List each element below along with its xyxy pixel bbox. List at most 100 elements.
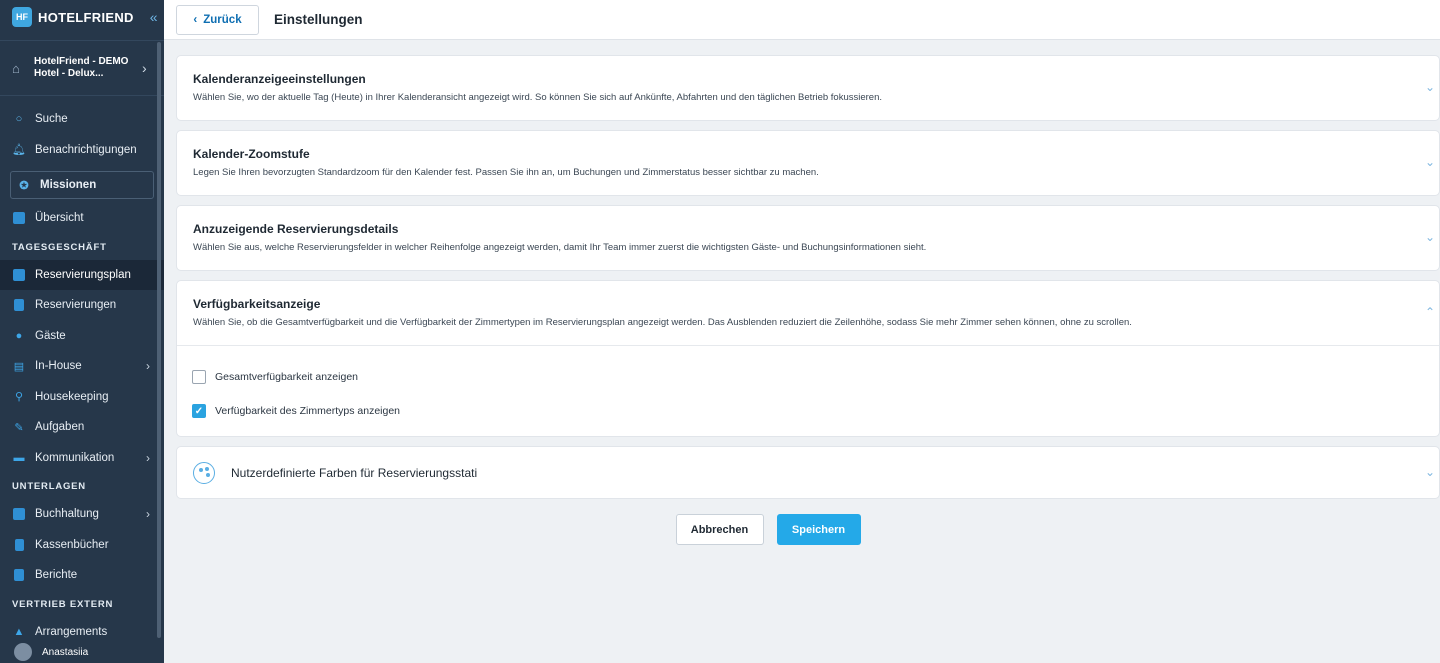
avatar bbox=[14, 643, 32, 661]
roomtype-availability-option[interactable]: ✓ Verfügbarkeit des Zimmertyps anzeigen bbox=[192, 394, 1424, 428]
form-actions: Abbrechen Speichern bbox=[176, 514, 1440, 545]
sidebar-item-label: Berichte bbox=[35, 569, 78, 582]
cancel-button[interactable]: Abbrechen bbox=[675, 514, 764, 545]
search-icon: ○ bbox=[15, 113, 23, 126]
section-heading-sales: VERTRIEB EXTERN bbox=[12, 598, 114, 610]
chevron-right-icon: › bbox=[146, 450, 150, 465]
sidebar-item-accounting[interactable]: Buchhaltung › bbox=[0, 499, 164, 530]
hotel-name: HotelFriend - DEMO Hotel - Delux... bbox=[34, 56, 134, 80]
hotel-switcher[interactable]: ⌂ HotelFriend - DEMO Hotel - Delux... › bbox=[0, 40, 164, 96]
sidebar-item-reservation-plan[interactable]: Reservierungsplan bbox=[0, 259, 164, 290]
sidebar-item-label: Übersicht bbox=[35, 212, 84, 225]
sidebar: HF HOTELFRIEND « ⌂ HotelFriend - DEMO Ho… bbox=[0, 0, 164, 663]
sidebar-item-reservations[interactable]: Reservierungen bbox=[0, 290, 164, 321]
card-title: Kalenderanzeigeeinstellungen bbox=[193, 72, 366, 86]
card-title: Verfügbarkeitsanzeige bbox=[193, 297, 321, 311]
topbar: ‹ Zurück Einstellungen bbox=[164, 0, 1440, 40]
card-description: Wählen Sie aus, welche Reservierungsfeld… bbox=[193, 242, 927, 253]
brand: HF HOTELFRIEND « bbox=[0, 0, 164, 34]
hotel-name-line2: Hotel - Delux... bbox=[34, 68, 104, 79]
dashboard-icon bbox=[12, 211, 26, 225]
sidebar-item-communication[interactable]: ▬ Kommunikation › bbox=[0, 443, 164, 474]
calendar-display-card[interactable]: Kalenderanzeigeeinstellungen Wählen Sie,… bbox=[176, 55, 1440, 121]
chevron-right-icon: › bbox=[146, 507, 150, 522]
sidebar-item-inhouse[interactable]: ▤ In-House › bbox=[0, 351, 164, 382]
sidebar-scrollbar[interactable] bbox=[157, 42, 161, 638]
cart-icon: ▤ bbox=[13, 360, 25, 373]
card-title: Nutzerdefinierte Farben für Reservierung… bbox=[231, 465, 478, 480]
sidebar-item-label: Suche bbox=[35, 113, 68, 126]
total-availability-checkbox[interactable] bbox=[192, 370, 206, 384]
bell-icon: 🔔︎ bbox=[12, 144, 26, 157]
wrench-icon: ✎ bbox=[14, 421, 24, 434]
card-description: Wählen Sie, wo der aktuelle Tag (Heute) … bbox=[193, 92, 882, 103]
sidebar-item-label: Kassenbücher bbox=[35, 538, 109, 551]
chat-icon: ▬ bbox=[13, 451, 25, 464]
calendar-zoom-card[interactable]: Kalender-Zoomstufe Legen Sie Ihren bevor… bbox=[176, 130, 1440, 196]
sidebar-item-overview[interactable]: Übersicht bbox=[0, 203, 164, 234]
custom-colors-card[interactable]: Nutzerdefinierte Farben für Reservierung… bbox=[176, 446, 1440, 499]
sidebar-item-label: Housekeeping bbox=[35, 390, 109, 403]
chevron-down-icon[interactable]: ⌄ bbox=[1425, 155, 1435, 169]
sidebar-item-label: Aufgaben bbox=[35, 421, 85, 434]
sidebar-item-label: In-House bbox=[35, 360, 82, 373]
roomtype-availability-checkbox[interactable]: ✓ bbox=[192, 404, 206, 418]
sidebar-item-label: Benachrichtigungen bbox=[35, 143, 137, 156]
sidebar-item-cashbooks[interactable]: Kassenbücher bbox=[0, 530, 164, 561]
sidebar-item-label: Gäste bbox=[35, 329, 66, 342]
award-icon: ✪ bbox=[19, 179, 29, 192]
settings-content: Kalenderanzeigeeinstellungen Wählen Sie,… bbox=[176, 55, 1440, 545]
checkbox-label: Verfügbarkeit des Zimmertyps anzeigen bbox=[215, 405, 401, 417]
sidebar-item-label: Reservierungsplan bbox=[35, 268, 131, 281]
sidebar-item-label: Kommunikation bbox=[35, 451, 115, 464]
hotel-name-line1: HotelFriend - DEMO bbox=[34, 56, 129, 67]
sidebar-item-label: Reservierungen bbox=[35, 299, 117, 312]
reservation-details-card[interactable]: Anzuzeigende Reservierungsdetails Wählen… bbox=[176, 205, 1440, 271]
save-button[interactable]: Speichern bbox=[776, 514, 861, 545]
back-button[interactable]: ‹ Zurück bbox=[176, 4, 259, 35]
user-icon: ● bbox=[15, 329, 23, 342]
availability-card: Verfügbarkeitsanzeige Wählen Sie, ob die… bbox=[176, 280, 1440, 437]
user-name: Anastasiia bbox=[42, 646, 89, 658]
sidebar-item-housekeeping[interactable]: ⚲ Housekeeping bbox=[0, 382, 164, 413]
sidebar-item-search[interactable]: ○ Suche bbox=[0, 104, 164, 135]
clipboard-icon bbox=[12, 568, 26, 582]
total-availability-option[interactable]: Gesamtverfügbarkeit anzeigen bbox=[192, 360, 1424, 394]
card-description: Legen Sie Ihren bevorzugten Standardzoom… bbox=[193, 167, 819, 178]
home-icon: ⌂ bbox=[12, 61, 20, 76]
chevron-up-icon[interactable]: ⌃ bbox=[1425, 305, 1435, 319]
card-title: Kalender-Zoomstufe bbox=[193, 147, 310, 161]
chevron-down-icon[interactable]: ⌄ bbox=[1425, 465, 1435, 479]
book-icon bbox=[12, 538, 26, 552]
sidebar-item-label: Arrangements bbox=[35, 625, 108, 638]
checkbox-label: Gesamtverfügbarkeit anzeigen bbox=[215, 371, 358, 383]
collapse-sidebar-icon[interactable]: « bbox=[150, 9, 158, 25]
arrangement-icon: ▲ bbox=[13, 625, 25, 638]
sidebar-item-tasks[interactable]: ✎ Aufgaben bbox=[0, 412, 164, 443]
card-title: Anzuzeigende Reservierungsdetails bbox=[193, 222, 399, 236]
sidebar-item-guests[interactable]: ● Gäste bbox=[0, 321, 164, 352]
chevron-down-icon[interactable]: ⌄ bbox=[1425, 230, 1435, 244]
broom-icon: ⚲ bbox=[14, 391, 24, 404]
section-heading-daily: TAGESGESCHÄFT bbox=[12, 241, 107, 253]
sidebar-item-reports[interactable]: Berichte bbox=[0, 560, 164, 591]
sidebar-item-notifications[interactable]: 🔔︎ Benachrichtigungen bbox=[0, 135, 164, 166]
back-button-label: Zurück bbox=[203, 13, 242, 26]
chevron-down-icon[interactable]: ⌄ bbox=[1425, 80, 1435, 94]
palette-icon bbox=[193, 461, 215, 484]
sidebar-item-label: Missionen bbox=[40, 179, 97, 191]
hotelfriend-logo-icon: HF bbox=[12, 7, 32, 27]
chevron-left-icon: ‹ bbox=[193, 13, 198, 26]
chevron-right-icon: › bbox=[146, 359, 150, 374]
grid-icon bbox=[12, 507, 26, 521]
document-icon bbox=[12, 298, 26, 312]
user-profile[interactable]: Anastasiia bbox=[0, 641, 164, 663]
section-heading-docs: UNTERLAGEN bbox=[12, 481, 86, 492]
brand-name: HOTELFRIEND bbox=[38, 9, 134, 25]
sidebar-item-missions[interactable]: ✪ Missionen bbox=[10, 171, 154, 199]
availability-options: Gesamtverfügbarkeit anzeigen ✓ Verfügbar… bbox=[177, 345, 1439, 436]
page-title: Einstellungen bbox=[274, 12, 363, 27]
card-description: Wählen Sie, ob die Gesamtverfügbarkeit u… bbox=[193, 317, 1132, 328]
availability-card-header[interactable]: Verfügbarkeitsanzeige Wählen Sie, ob die… bbox=[177, 281, 1439, 345]
calendar-icon bbox=[12, 268, 26, 282]
